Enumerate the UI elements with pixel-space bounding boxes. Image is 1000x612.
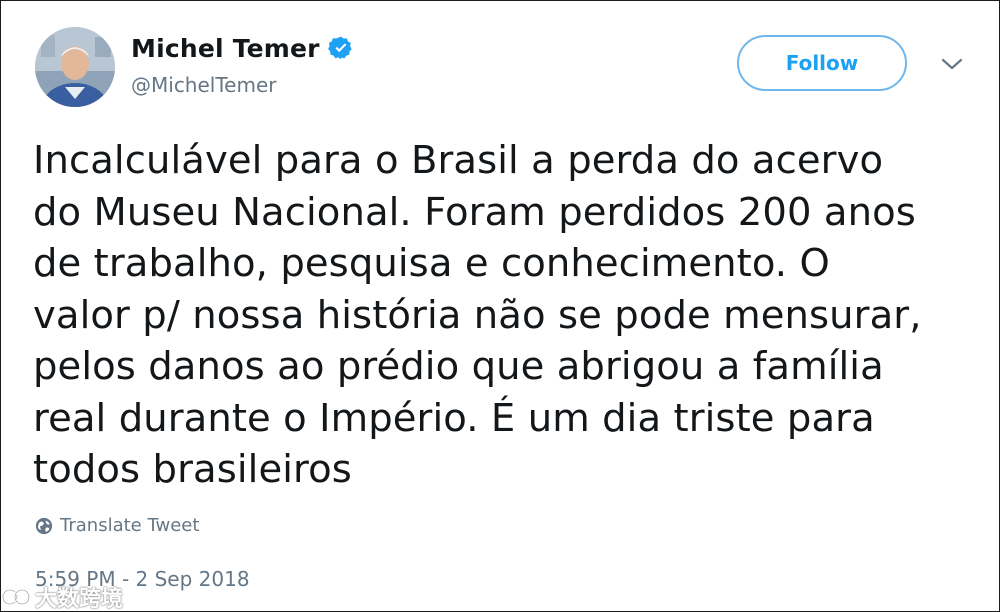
watermark: 大数跨境 [1,581,123,612]
globe-icon [35,517,53,534]
watermark-text: 大数跨境 [35,587,124,612]
display-name-row: Michel Temer [131,31,354,65]
display-name[interactable]: Michel Temer [131,34,320,63]
watermark-logo-icon [1,588,31,606]
chevron-down-icon[interactable] [939,55,965,73]
translate-tweet-link[interactable]: Translate Tweet [35,515,199,536]
author-handle[interactable]: @MichelTemer [131,73,354,97]
tweet-text: Incalculável para o Brasil a perda do ac… [33,138,922,492]
tweet-header: Michel Temer @MichelTemer Follow [33,27,969,107]
translate-tweet-label: Translate Tweet [60,515,200,536]
tweet-card: Michel Temer @MichelTemer Follow Incalcu… [0,0,1000,612]
author-names: Michel Temer @MichelTemer [131,31,354,97]
avatar[interactable] [35,27,115,107]
avatar-photo-icon [35,27,115,107]
follow-button[interactable]: Follow [737,35,907,91]
verified-badge-icon [327,36,352,60]
